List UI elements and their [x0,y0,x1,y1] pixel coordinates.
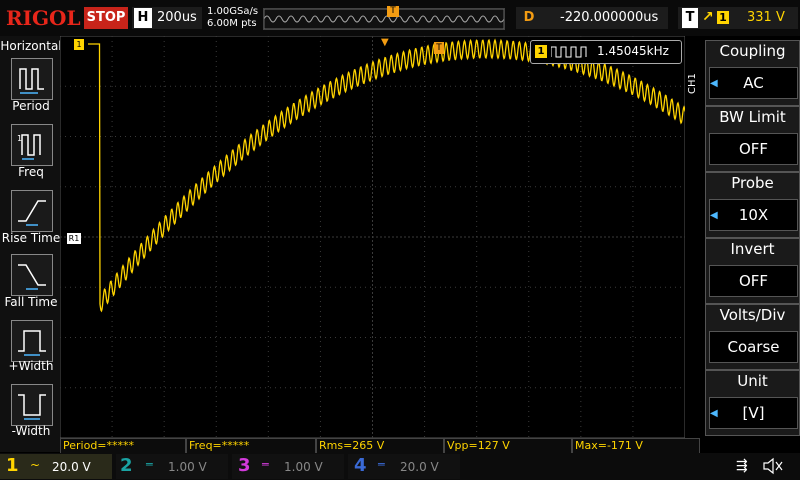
ch3-number: 3 [238,455,251,476]
ac-coupling-icon: ~ [30,458,41,472]
ch2-number: 2 [120,455,133,476]
volts-div-title: Volts/Div [719,306,786,324]
memory-overview-strip [263,8,505,30]
run-stop-status[interactable]: STOP [84,7,128,29]
frequency-icon: 1 [17,134,41,160]
measurement-vpp[interactable]: Vpp=127 V [444,438,572,454]
acquisition-info: 1.00GSa/s 6.00M pts [207,6,258,30]
measurement-freq-text: Freq=***** [189,439,250,452]
memory-waveform-preview [264,9,504,29]
dc-coupling-icon: ═ [378,458,385,471]
fall-time-icon [18,264,46,290]
horizontal-label: H [134,8,152,28]
measurement-vpp-text: Vpp=127 V [447,439,510,452]
bw-limit-value: OFF [709,133,798,165]
ch4-scale: 20.0 V [400,460,439,474]
counter-channel: 1 [535,45,547,58]
ch1-scale: 20.0 V [52,460,91,474]
ch1-number: 1 [6,455,19,476]
rise-time-label: Rise Time [1,231,61,245]
invert-title: Invert [730,240,775,258]
ch4-number: 4 [354,455,367,476]
measurement-period[interactable]: Period=***** [60,438,186,454]
speaker-muted-icon[interactable] [762,457,784,475]
measurement-max-text: Max=-171 V [575,439,643,452]
measurement-freq[interactable]: Freq=***** [186,438,316,454]
trigger-label: T [682,8,698,28]
unit-title: Unit [737,372,768,390]
probe-value: 10X [709,199,798,231]
dc-coupling-icon: ═ [262,458,269,471]
rising-edge-icon: ↗ [702,9,714,25]
rise-time-icon [18,200,46,226]
fall-time-button[interactable] [11,254,53,296]
period-label: Period [12,99,50,113]
usb-icon: ⇶ [736,458,748,474]
ref-marker: R1 [67,233,81,244]
coupling-left-arrow-icon: ◀ [710,78,718,89]
coupling-title: Coupling [719,42,786,60]
negative-width-icon [18,394,46,420]
trigger-level: 331 V [747,10,785,25]
trigger-t-marker: T [434,42,444,54]
left-menu-title: Horizontal [0,39,62,53]
delay-value: -220.000000us [560,10,659,25]
measurement-rms[interactable]: Rms=265 V [316,438,444,454]
trigger-position-marker: ▼ [381,37,389,48]
rise-time-button[interactable] [11,190,53,232]
frequency-counter: 1 1.45045kHz [530,40,682,64]
memory-depth: 6.00M pts [207,18,257,29]
square-wave-icon [551,46,587,58]
timebase-value: 200us [157,10,197,25]
freq-label: Freq [18,165,44,179]
sample-rate: 1.00GSa/s [207,6,259,17]
waveform-display[interactable] [60,36,685,438]
coupling-value: AC [709,67,798,99]
positive-width-icon [18,330,46,356]
probe-title: Probe [731,174,774,192]
unit-value: [V] [709,397,798,429]
ch2-scale: 1.00 V [168,460,207,474]
bw-limit-title: BW Limit [719,108,786,126]
positive-width-button[interactable] [11,320,53,362]
measurement-rms-text: Rms=265 V [319,439,385,452]
channel-tag-text: CH1 [687,73,698,94]
brand-logo: RIGOL [6,6,81,30]
probe-left-arrow-icon: ◀ [710,210,718,221]
measurement-period-text: Period=***** [63,439,135,452]
measurement-max[interactable]: Max=-171 V [572,438,700,454]
trigger-channel: 1 [717,11,729,24]
dc-coupling-icon: ═ [146,458,153,471]
freq-button[interactable]: 1 [11,124,53,166]
period-icon [19,68,44,94]
delay-label: D [523,10,535,25]
channel-tag: CH1 [687,40,701,96]
memory-trigger-marker: T [387,6,399,17]
negative-width-button[interactable] [11,384,53,426]
negative-width-label: -Width [11,424,51,438]
invert-value: OFF [709,265,798,297]
fall-time-label: Fall Time [4,295,58,309]
counter-value: 1.45045kHz [597,44,669,58]
positive-width-label: +Width [8,359,54,373]
volts-div-value: Coarse [709,331,798,363]
period-button[interactable] [11,58,53,100]
ch3-scale: 1.00 V [284,460,323,474]
svg-text:1: 1 [17,134,22,143]
ch1-level-marker: 1 [74,39,84,50]
unit-left-arrow-icon: ◀ [710,408,718,419]
